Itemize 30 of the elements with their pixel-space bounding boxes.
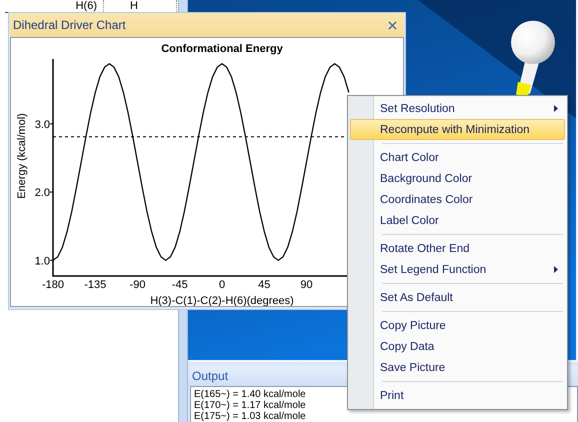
tick-label: -90 <box>130 279 146 291</box>
axis-title: Energy (kcal/mol) <box>16 113 28 199</box>
menu-item[interactable]: Copy Data <box>350 336 565 357</box>
tick-label: 1.0 <box>34 255 50 268</box>
menu-item[interactable]: Set As Default <box>350 287 565 308</box>
tick-label: 45 <box>258 279 270 291</box>
output-line: E(170~) = 1.17 kcal/mole <box>194 400 306 411</box>
tick-label: 2.0 <box>34 187 50 200</box>
tick-label: -135 <box>84 279 106 291</box>
menu-item[interactable]: Set Legend Function <box>350 259 565 280</box>
menu-item[interactable]: Background Color <box>350 168 565 189</box>
tick-label: 0 <box>218 279 226 291</box>
output-line: E(175~) = 1.03 kcal/mole <box>194 411 306 422</box>
chart-title: Conformational Energy <box>161 43 283 55</box>
menu-item[interactable]: Chart Color <box>350 147 565 168</box>
tick-label: -180 <box>42 279 64 291</box>
axis-title: H(3)-C(1)-C(2)-H(6)(degrees) <box>150 295 294 306</box>
menu-item[interactable]: Set Resolution <box>350 98 565 119</box>
menu-item[interactable]: Recompute with Minimization <box>350 119 565 140</box>
tick-label: -45 <box>172 279 188 291</box>
tick-label: 3.0 <box>34 118 50 131</box>
menu-item[interactable]: Label Color <box>350 210 565 231</box>
menu-item[interactable]: Copy Picture <box>350 315 565 336</box>
menu-item[interactable]: Print <box>350 385 565 406</box>
menu-item[interactable]: Coordinates Color <box>350 189 565 210</box>
close-icon[interactable] <box>388 20 397 30</box>
menu-item[interactable]: Rotate Other End <box>350 238 565 259</box>
output-line: E(165~) = 1.40 kcal/mole <box>194 389 306 400</box>
tick-label: 90 <box>300 279 313 291</box>
window-title: Dihedral Driver Chart <box>13 18 126 32</box>
